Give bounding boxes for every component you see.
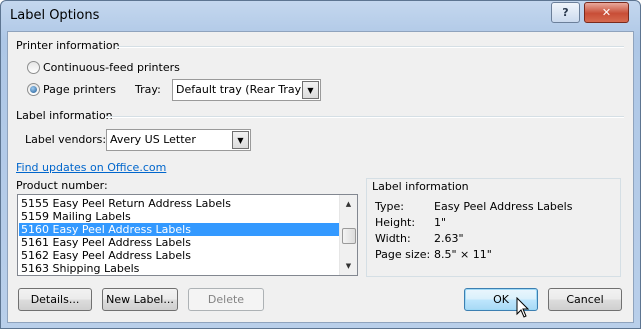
continuous-feed-radio[interactable] (27, 61, 40, 74)
label-info-heading: Label information (16, 109, 113, 122)
tray-dropdown[interactable]: Default tray (Rear Tray) ▼ (172, 79, 321, 101)
new-label-button[interactable]: New Label... (102, 288, 178, 311)
scroll-down-icon[interactable]: ▼ (341, 258, 356, 273)
find-updates-link[interactable]: Find updates on Office.com (16, 161, 166, 174)
width-label: Width: (375, 232, 411, 245)
type-label: Type: (375, 200, 404, 213)
chevron-down-icon[interactable]: ▼ (232, 131, 249, 149)
printer-info-divider (116, 46, 624, 48)
details-button-label: Details... (30, 293, 80, 306)
scroll-up-icon[interactable]: ▲ (341, 196, 356, 211)
list-item[interactable]: 5161 Easy Peel Address Labels (19, 236, 339, 249)
close-button[interactable]: ✕ (584, 2, 629, 23)
window-title: Label Options (10, 8, 100, 23)
product-number-label: Product number: (16, 179, 108, 192)
cancel-button-label: Cancel (566, 293, 604, 306)
printer-info-heading: Printer information (16, 39, 120, 52)
label-vendors-value: Avery US Letter (110, 133, 196, 146)
scroll-thumb[interactable] (342, 228, 356, 244)
delete-button[interactable]: Delete (188, 288, 264, 311)
product-number-list[interactable]: 5155 Easy Peel Return Address Labels 515… (17, 194, 358, 276)
radio-selected-dot (30, 86, 37, 93)
width-value: 2.63" (434, 232, 464, 245)
page-printers-radio[interactable] (27, 83, 40, 96)
tray-value: Default tray (Rear Tray) (176, 83, 306, 96)
help-button[interactable]: ? (551, 2, 580, 23)
dialog-body: Printer information Continuous-feed prin… (7, 31, 634, 323)
help-icon: ? (562, 6, 569, 19)
list-item[interactable]: 5155 Easy Peel Return Address Labels (19, 197, 339, 210)
label-vendors-label: Label vendors: (25, 133, 107, 146)
list-item[interactable]: 5162 Easy Peel Address Labels (19, 249, 339, 262)
label-info-divider (105, 116, 624, 118)
cancel-button[interactable]: Cancel (548, 288, 622, 311)
delete-button-label: Delete (207, 293, 245, 306)
details-heading: Label information (372, 180, 469, 193)
label-details-panel: Label information Type: Easy Peel Addres… (366, 178, 621, 277)
mouse-cursor-icon (516, 297, 530, 318)
height-value: 1" (434, 216, 447, 229)
list-item-selected[interactable]: 5160 Easy Peel Address Labels (19, 223, 339, 236)
page-printers-label[interactable]: Page printers (43, 83, 116, 96)
page-size-label: Page size: (375, 248, 431, 261)
new-label-button-label: New Label... (106, 293, 174, 306)
height-label: Height: (375, 216, 416, 229)
list-item[interactable]: 5159 Mailing Labels (19, 210, 339, 223)
list-scrollbar[interactable]: ▲ ▼ (339, 195, 357, 275)
title-bar[interactable]: Label Options ? ✕ (1, 1, 640, 31)
list-item[interactable]: 5163 Shipping Labels (19, 262, 339, 275)
label-vendors-dropdown[interactable]: Avery US Letter ▼ (106, 129, 251, 151)
close-icon: ✕ (601, 6, 612, 19)
label-options-dialog: Label Options ? ✕ Printer information Co… (0, 0, 641, 329)
continuous-feed-label[interactable]: Continuous-feed printers (43, 61, 180, 74)
tray-label: Tray: (135, 83, 161, 96)
details-button[interactable]: Details... (18, 288, 92, 311)
ok-button-label: OK (493, 293, 509, 306)
chevron-down-icon[interactable]: ▼ (302, 81, 319, 99)
type-value: Easy Peel Address Labels (434, 200, 573, 213)
page-size-value: 8.5" × 11" (434, 248, 492, 261)
